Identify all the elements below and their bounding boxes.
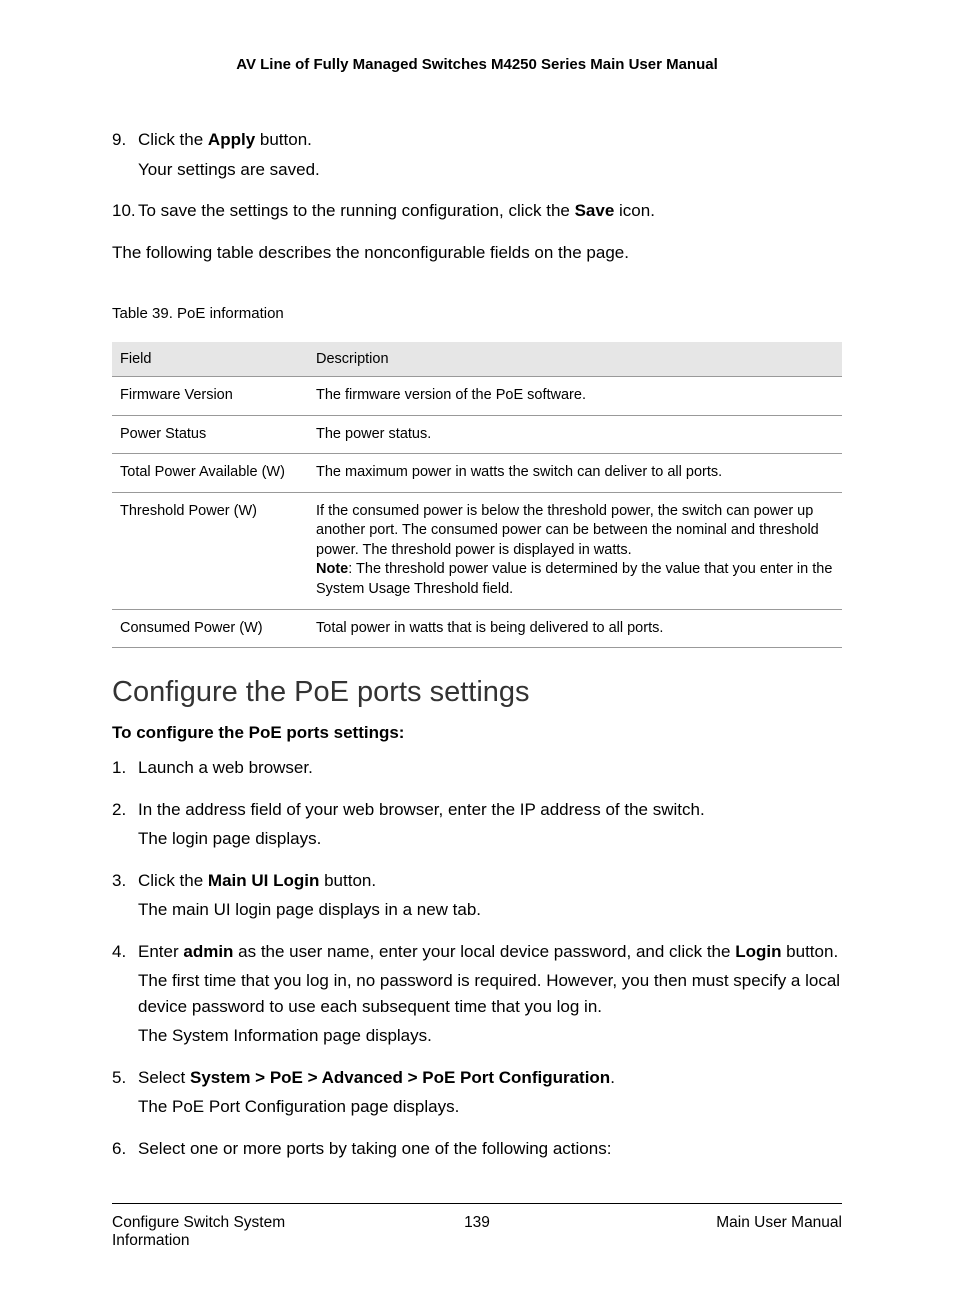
step-number: 9. (112, 127, 138, 184)
table-row: Threshold Power (W)If the consumed power… (112, 492, 842, 609)
step-content: Click the Main UI Login button.The main … (138, 868, 842, 925)
page-header-title: AV Line of Fully Managed Switches M4250 … (112, 56, 842, 73)
table-cell-description: The power status. (308, 415, 842, 454)
table-cell-field: Consumed Power (W) (112, 609, 308, 648)
step-number: 6. (112, 1136, 138, 1164)
table-cell-description: Total power in watts that is being deliv… (308, 609, 842, 648)
step-number: 3. (112, 868, 138, 925)
table-cell-field: Total Power Available (W) (112, 454, 308, 493)
intro-paragraph: The following table describes the noncon… (112, 240, 842, 266)
list-item: 9.Click the Apply button.Your settings a… (112, 127, 842, 184)
table-caption: Table 39. PoE information (112, 305, 842, 322)
section-subheading: To configure the PoE ports settings: (112, 723, 842, 743)
list-item: 2.In the address field of your web brows… (112, 797, 842, 854)
step-content: Launch a web browser. (138, 755, 842, 783)
footer-center-page-number: 139 (464, 1214, 490, 1250)
footer-left: Configure Switch System Information (112, 1214, 312, 1250)
step-content: Click the Apply button.Your settings are… (138, 127, 842, 184)
footer-right: Main User Manual (642, 1214, 842, 1250)
table-row: Total Power Available (W)The maximum pow… (112, 454, 842, 493)
table-cell-description: If the consumed power is below the thres… (308, 492, 842, 609)
step-content: Select System > PoE > Advanced > PoE Por… (138, 1065, 842, 1122)
top-steps-list: 9.Click the Apply button.Your settings a… (112, 127, 842, 226)
table-header-field: Field (112, 342, 308, 377)
table-header-description: Description (308, 342, 842, 377)
step-number: 2. (112, 797, 138, 854)
table-cell-field: Threshold Power (W) (112, 492, 308, 609)
poe-info-table: Field Description Firmware VersionThe fi… (112, 342, 842, 648)
table-row: Firmware VersionThe firmware version of … (112, 377, 842, 416)
table-cell-description: The maximum power in watts the switch ca… (308, 454, 842, 493)
section-heading: Configure the PoE ports settings (112, 676, 842, 709)
step-number: 1. (112, 755, 138, 783)
list-item: 3.Click the Main UI Login button.The mai… (112, 868, 842, 925)
step-content: Enter admin as the user name, enter your… (138, 939, 842, 1051)
list-item: 6.Select one or more ports by taking one… (112, 1136, 842, 1164)
procedure-steps-list: 1.Launch a web browser.2.In the address … (112, 755, 842, 1163)
list-item: 5.Select System > PoE > Advanced > PoE P… (112, 1065, 842, 1122)
step-number: 4. (112, 939, 138, 1051)
step-number: 5. (112, 1065, 138, 1122)
table-row: Consumed Power (W)Total power in watts t… (112, 609, 842, 648)
table-cell-field: Firmware Version (112, 377, 308, 416)
step-content: In the address field of your web browser… (138, 797, 842, 854)
list-item: 10.To save the settings to the running c… (112, 198, 842, 226)
list-item: 1.Launch a web browser. (112, 755, 842, 783)
list-item: 4.Enter admin as the user name, enter yo… (112, 939, 842, 1051)
table-cell-field: Power Status (112, 415, 308, 454)
table-row: Power StatusThe power status. (112, 415, 842, 454)
step-content: Select one or more ports by taking one o… (138, 1136, 842, 1164)
step-number: 10. (112, 198, 138, 226)
step-content: To save the settings to the running conf… (138, 198, 842, 226)
table-cell-description: The firmware version of the PoE software… (308, 377, 842, 416)
page-footer: Configure Switch System Information 139 … (112, 1203, 842, 1250)
